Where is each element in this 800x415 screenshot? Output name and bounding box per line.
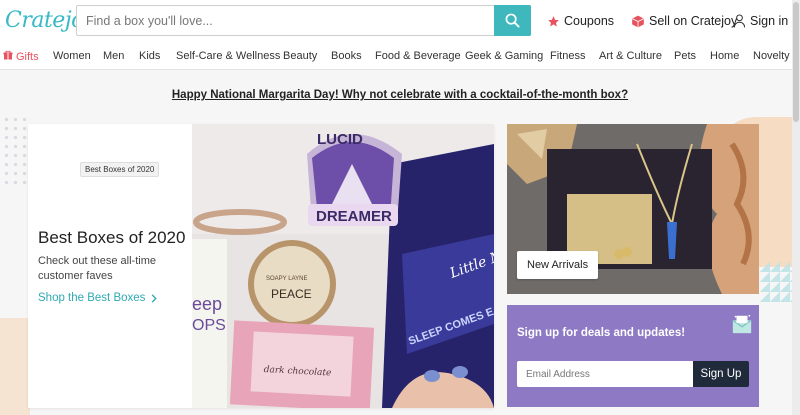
category-label: Gifts: [16, 50, 39, 63]
gift-icon: [3, 50, 13, 63]
new-arrivals-button[interactable]: New Arrivals: [517, 251, 599, 279]
newsletter-signup-card: Sign up for deals and updates! Sign Up: [507, 305, 759, 407]
tin-text: PEACE: [271, 287, 312, 301]
hero-text-panel: Best Boxes of 2020 Best Boxes of 2020 Ch…: [28, 124, 192, 408]
search-button[interactable]: [494, 5, 531, 36]
hero-title: Best Boxes of 2020: [38, 228, 186, 247]
search-bar: [76, 5, 531, 36]
coupons-label: Coupons: [564, 14, 615, 28]
category-home[interactable]: Home: [710, 50, 739, 62]
category-novelty[interactable]: Novelty: [753, 50, 790, 62]
scrollbar-thumb[interactable]: [793, 2, 799, 122]
category-books[interactable]: Books: [331, 50, 362, 62]
hero-card: Best Boxes of 2020 Best Boxes of 2020 Ch…: [28, 124, 494, 408]
box-text: OPS: [192, 317, 226, 334]
shop-best-boxes-link[interactable]: Shop the Best Boxes: [38, 292, 158, 304]
envelope-icon: [732, 314, 752, 334]
sell-label: Sell on Cratejoy: [649, 14, 738, 28]
category-pets[interactable]: Pets: [674, 50, 696, 62]
new-arrivals-card[interactable]: New Arrivals: [507, 124, 759, 294]
decorative-shape: [0, 318, 30, 415]
best-boxes-badge: Best Boxes of 2020: [80, 162, 160, 177]
category-geek[interactable]: Geek & Gaming: [465, 50, 543, 62]
sign-in-label: Sign in: [750, 14, 789, 28]
magnifier-icon: [505, 13, 520, 28]
promo-banner: Happy National Margarita Day! Why not ce…: [0, 89, 800, 101]
category-fitness[interactable]: Fitness: [550, 50, 585, 62]
category-kids[interactable]: Kids: [139, 50, 160, 62]
signup-title: Sign up for deals and updates!: [517, 327, 686, 339]
category-women[interactable]: Women: [53, 50, 91, 62]
sell-on-cratejoy-link[interactable]: Sell on Cratejoy: [631, 14, 737, 28]
hero-link-label: Shop the Best Boxes: [38, 292, 146, 304]
site-header: Cratejoy Coupons Sell on Cratejoy Sign i…: [0, 0, 800, 42]
scrollbar[interactable]: [792, 0, 800, 415]
box-icon: [631, 15, 645, 28]
sign-in-link[interactable]: Sign in: [733, 14, 788, 28]
category-gifts[interactable]: Gifts: [3, 50, 39, 63]
category-men[interactable]: Men: [103, 50, 124, 62]
user-icon: [733, 14, 746, 28]
hero-product-image[interactable]: Little M SLEEP COMES EA eep OPS LUCID DR…: [192, 124, 494, 408]
category-self-care[interactable]: Self-Care & Wellness: [176, 50, 280, 62]
sign-up-button[interactable]: Sign Up: [693, 361, 749, 387]
chevron-right-icon: [152, 293, 158, 303]
category-food[interactable]: Food & Beverage: [375, 50, 461, 62]
category-beauty[interactable]: Beauty: [283, 50, 317, 62]
star-icon: [547, 15, 560, 28]
patch-bottom-text: DREAMER: [316, 208, 392, 225]
coupons-link[interactable]: Coupons: [547, 14, 614, 28]
category-nav: Gifts Women Men Kids Self-Care & Wellnes…: [0, 42, 800, 70]
email-field[interactable]: [517, 361, 693, 387]
tin-small-text: SOAPY LAYNE: [266, 276, 307, 282]
search-input[interactable]: [77, 6, 495, 35]
box-text: eep: [192, 294, 222, 314]
patch-top-text: LUCID: [317, 131, 363, 148]
hero-subtitle: Check out these all-time customer faves: [38, 255, 156, 282]
category-art[interactable]: Art & Culture: [599, 50, 662, 62]
promo-link[interactable]: Happy National Margarita Day! Why not ce…: [172, 89, 628, 101]
